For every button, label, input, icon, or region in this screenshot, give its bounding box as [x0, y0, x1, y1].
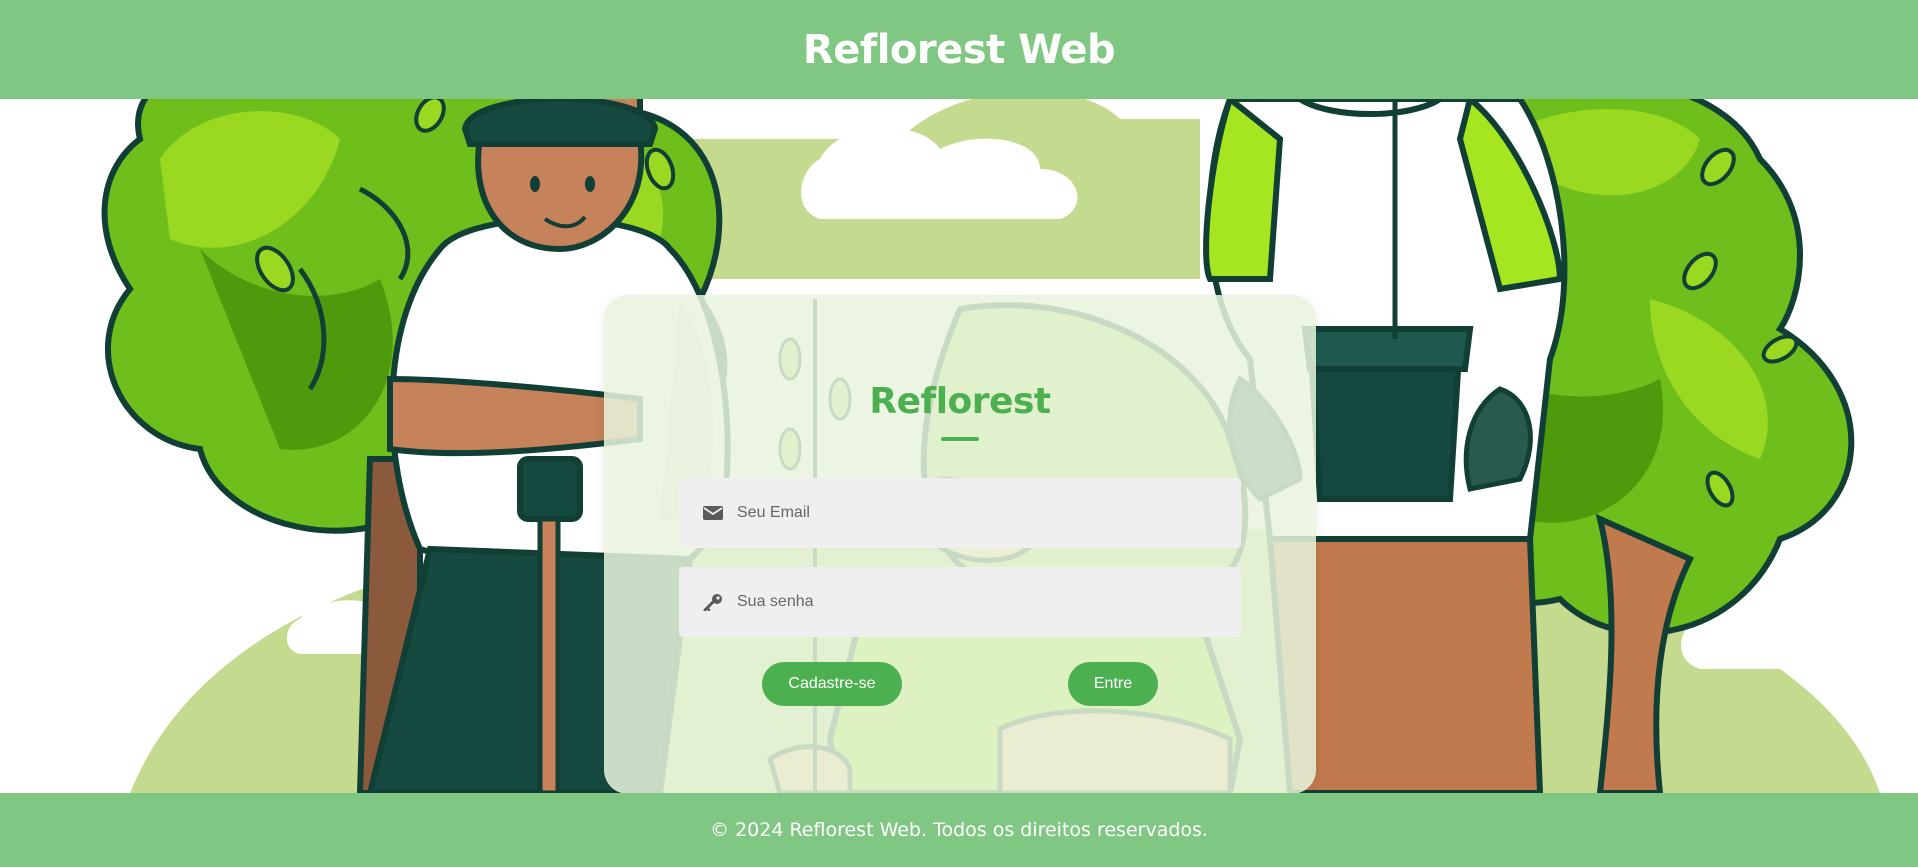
site-title: Reflorest Web — [802, 26, 1116, 73]
key-icon — [703, 594, 722, 611]
email-field[interactable] — [679, 478, 1241, 548]
footer-copyright: © 2024 Reflorest Web. Todos os direitos … — [710, 819, 1208, 841]
password-input[interactable] — [737, 567, 1227, 637]
hero-section: Reflorest Cadastre-se Entre — [0, 99, 1918, 793]
site-footer: © 2024 Reflorest Web. Todos os direitos … — [0, 793, 1918, 867]
login-title: Reflorest — [869, 381, 1051, 422]
title-underline — [941, 437, 979, 441]
site-header: Reflorest Web — [0, 0, 1918, 99]
password-field[interactable] — [679, 567, 1241, 637]
signup-button[interactable]: Cadastre-se — [762, 662, 902, 706]
login-button[interactable]: Entre — [1068, 662, 1158, 706]
email-input[interactable] — [737, 478, 1227, 548]
login-card: Reflorest Cadastre-se Entre — [604, 295, 1316, 793]
envelope-icon — [703, 506, 723, 520]
